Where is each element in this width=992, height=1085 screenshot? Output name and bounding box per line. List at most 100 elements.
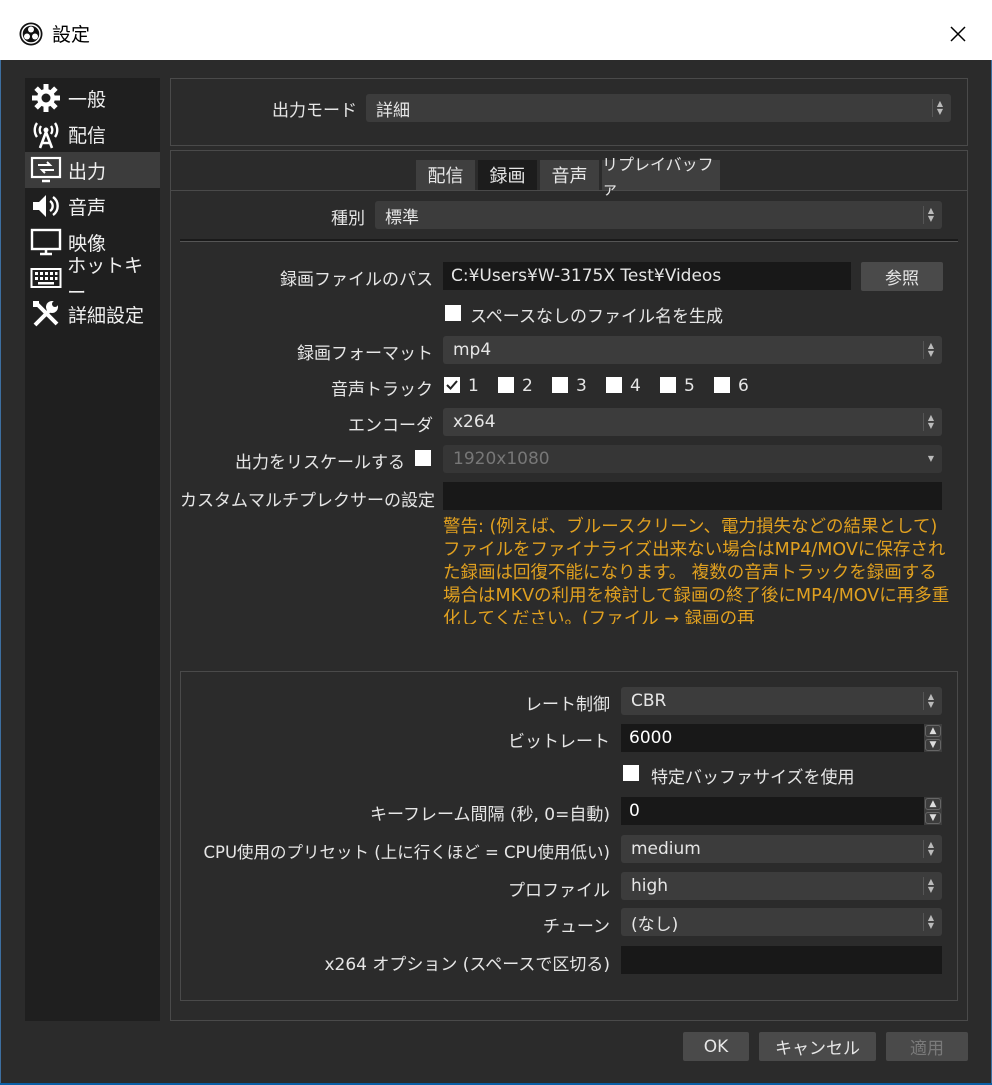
rate-control-select[interactable]: CBR ▲ ▼: [621, 687, 942, 715]
track-6-checkbox[interactable]: [714, 377, 730, 393]
custom-buffer-checkbox[interactable]: [623, 765, 639, 781]
updown-arrows-icon: ▲ ▼: [923, 413, 938, 431]
browse-button[interactable]: 参照: [861, 262, 943, 291]
output-mode-label: 出力モード: [272, 101, 357, 121]
format-value: mp4: [453, 340, 492, 360]
track-1-label: 1: [468, 376, 479, 396]
sidebar: 一般 配信 出力 音声 映像 ホットキー 詳細設定: [25, 78, 160, 1021]
track-4-label: 4: [630, 376, 641, 396]
tab-replay-buffer[interactable]: リプレイバッファ: [602, 155, 720, 198]
sidebar-item-stream[interactable]: 配信: [25, 116, 160, 152]
track-1-checkbox[interactable]: [444, 377, 460, 393]
rate-control-value: CBR: [631, 691, 667, 711]
bitrate-label: ビットレート: [508, 732, 610, 752]
sidebar-item-label: 出力: [68, 160, 107, 183]
track-3-label: 3: [576, 376, 587, 396]
type-value: 標準: [385, 207, 419, 228]
format-label: 録画フォーマット: [297, 344, 433, 364]
stepper-up-icon[interactable]: ▲: [925, 798, 941, 810]
x264-options-label: x264 オプション (スペースで区切る): [324, 955, 610, 975]
preset-value: medium: [631, 839, 701, 859]
updown-arrows-icon: ▲ ▼: [923, 206, 938, 224]
updown-arrows-icon: ▲ ▼: [923, 913, 938, 931]
close-icon: [950, 26, 966, 42]
sidebar-item-label: 詳細設定: [68, 304, 145, 327]
bitrate-value: 6000: [629, 728, 673, 748]
preset-label: CPU使用のプリセット (上に行くほど = CPU使用低い): [203, 843, 610, 862]
sidebar-item-general[interactable]: 一般: [25, 80, 160, 116]
no-space-label: スペースなしのファイル名を生成: [470, 307, 723, 327]
chevron-down-icon: ▼: [927, 454, 935, 463]
profile-value: high: [631, 876, 669, 896]
close-button[interactable]: [940, 20, 976, 48]
rescale-checkbox[interactable]: [415, 450, 431, 466]
updown-arrows-icon: ▲ ▼: [923, 692, 938, 710]
track-3-checkbox[interactable]: [552, 377, 568, 393]
warning-text: 警告: (例えば、ブルースクリーン、電力損失などの結果として)ファイルをファイナ…: [443, 517, 950, 624]
sidebar-item-hotkeys[interactable]: ホットキー: [25, 255, 160, 304]
sidebar-item-label: 一般: [68, 88, 107, 111]
sidebar-item-audio[interactable]: 音声: [25, 188, 160, 224]
bitrate-input[interactable]: 6000 ▲ ▼: [621, 724, 942, 752]
keyframe-input[interactable]: 0 ▲ ▼: [621, 797, 942, 825]
apply-button[interactable]: 適用: [886, 1032, 968, 1061]
section-separator: [180, 239, 958, 242]
output-icon: [28, 154, 64, 186]
muxer-input[interactable]: [443, 482, 942, 510]
window-title: 設定: [52, 24, 91, 46]
track-2-label: 2: [522, 376, 533, 396]
track-4-checkbox[interactable]: [606, 377, 622, 393]
ok-button[interactable]: OK: [683, 1032, 749, 1061]
tools-icon: [28, 298, 64, 330]
preset-select[interactable]: medium ▲ ▼: [621, 835, 942, 863]
recording-path-input[interactable]: C:¥Users¥W-3175X Test¥Videos: [443, 262, 851, 290]
sidebar-item-label: 音声: [68, 196, 107, 219]
bitrate-stepper[interactable]: ▲ ▼: [924, 724, 942, 752]
keyboard-icon: [28, 262, 63, 294]
type-label: 種別: [331, 209, 365, 229]
track-2-checkbox[interactable]: [498, 377, 514, 393]
keyframe-value: 0: [629, 801, 640, 821]
muxer-label: カスタムマルチプレクサーの設定: [180, 491, 435, 511]
stepper-down-icon[interactable]: ▼: [925, 812, 941, 824]
tab-recording[interactable]: 録画: [478, 160, 537, 190]
profile-label: プロファイル: [508, 881, 610, 901]
rescale-resolution-select[interactable]: 1920x1080 ▼: [443, 445, 942, 473]
keyframe-label: キーフレーム間隔 (秒, 0=自動): [369, 805, 610, 825]
checkmark-icon: [446, 380, 458, 390]
sidebar-item-advanced[interactable]: 詳細設定: [25, 296, 160, 332]
x264-options-input[interactable]: [621, 946, 942, 974]
tune-value: (なし): [631, 914, 679, 935]
stepper-down-icon[interactable]: ▼: [925, 739, 941, 751]
updown-arrows-icon: ▲ ▼: [923, 840, 938, 858]
sidebar-item-output[interactable]: 出力: [25, 152, 160, 188]
rate-control-label: レート制御: [525, 695, 610, 715]
output-mode-select[interactable]: 詳細 ▲ ▼: [366, 94, 951, 122]
custom-buffer-label: 特定バッファサイズを使用: [651, 768, 855, 788]
encoder-value: x264: [453, 412, 496, 432]
tab-stream[interactable]: 配信: [416, 160, 475, 190]
updown-arrows-icon: ▲ ▼: [923, 877, 938, 895]
updown-arrows-icon: ▲ ▼: [923, 341, 938, 359]
track-6-label: 6: [738, 376, 749, 396]
rescale-label: 出力をリスケールする: [235, 453, 405, 473]
tab-divider: [171, 190, 967, 191]
track-5-checkbox[interactable]: [660, 377, 676, 393]
broadcast-icon: [28, 118, 64, 150]
format-select[interactable]: mp4 ▲ ▼: [443, 336, 942, 364]
gear-icon: [28, 82, 64, 114]
recording-path-label: 録画ファイルのパス: [280, 270, 433, 290]
output-mode-value: 詳細: [376, 100, 410, 121]
cancel-button[interactable]: キャンセル: [759, 1032, 876, 1061]
rescale-resolution-value: 1920x1080: [453, 449, 550, 469]
keyframe-stepper[interactable]: ▲ ▼: [924, 797, 942, 825]
monitor-icon: [28, 226, 64, 258]
tab-audio[interactable]: 音声: [540, 160, 599, 190]
no-space-checkbox[interactable]: [445, 305, 461, 321]
updown-arrows-icon: ▲ ▼: [932, 99, 947, 117]
encoder-select[interactable]: x264 ▲ ▼: [443, 408, 942, 436]
type-select[interactable]: 標準 ▲ ▼: [375, 201, 942, 229]
tune-select[interactable]: (なし) ▲ ▼: [621, 908, 942, 936]
profile-select[interactable]: high ▲ ▼: [621, 872, 942, 900]
stepper-up-icon[interactable]: ▲: [925, 725, 941, 737]
